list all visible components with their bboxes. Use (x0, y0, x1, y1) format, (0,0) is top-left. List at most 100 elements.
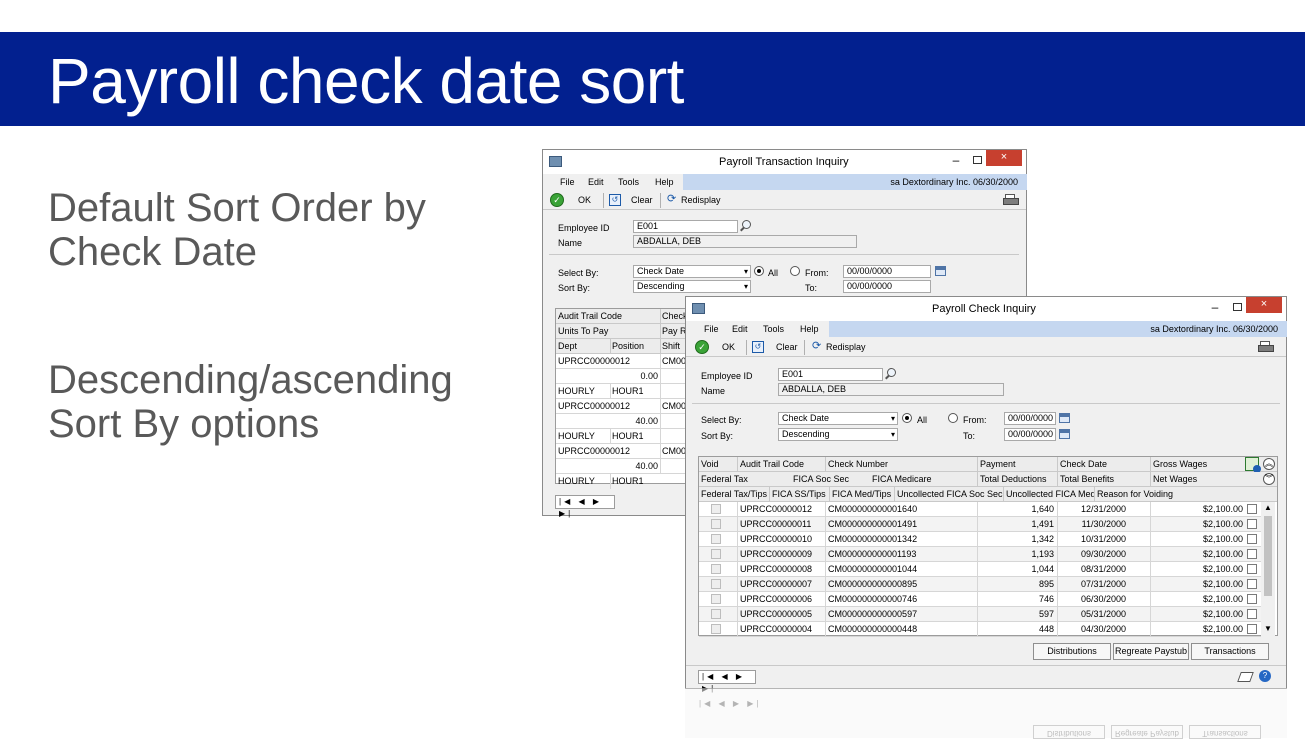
table-row[interactable]: UPRCC00000007 CM000000000000895 895 07/31/2… (699, 577, 1261, 592)
redisplay-button[interactable]: Redisplay (681, 195, 721, 205)
expand-down-icon[interactable]: ︾ (1263, 473, 1275, 485)
clear-icon[interactable]: ↺ (752, 341, 764, 353)
menu-help[interactable]: Help (800, 324, 819, 334)
scroll-up-icon[interactable]: ▲ (1264, 503, 1272, 512)
menu-tools[interactable]: Tools (763, 324, 784, 334)
calendar-icon[interactable] (935, 266, 946, 276)
table-row[interactable]: HOURLY HOUR1 (556, 384, 696, 399)
void-checkbox[interactable] (711, 504, 721, 514)
void-checkbox[interactable] (711, 564, 721, 574)
table-row[interactable]: UPRCC00000004 CM000000000000448 448 04/30/2… (699, 622, 1261, 637)
title-bar[interactable]: Payroll Check Inquiry – × (686, 297, 1286, 321)
sort-by-dropdown[interactable]: Descending ▾ (633, 280, 751, 293)
scroll-down-icon[interactable]: ▼ (1264, 624, 1272, 633)
select-by-dropdown[interactable]: Check Date ▾ (778, 412, 898, 425)
help-icon[interactable]: ? (1259, 670, 1271, 682)
select-checkbox[interactable] (1247, 504, 1257, 514)
column-fit-icon[interactable] (1245, 457, 1261, 473)
to-date-field[interactable]: 00/00/0000 (843, 280, 931, 293)
table-row[interactable]: HOURLY HOUR1 (556, 429, 696, 444)
table-row[interactable]: UPRCC00000008 CM000000000001044 1,044 08/31… (699, 562, 1261, 577)
clear-icon[interactable]: ↺ (609, 194, 621, 206)
void-checkbox[interactable] (711, 609, 721, 619)
menu-edit[interactable]: Edit (588, 177, 604, 187)
record-navigation[interactable]: |◀ ◀ ▶ ▶| (555, 495, 615, 518)
table-row[interactable]: UPRCC00000012 CM00 (556, 399, 696, 414)
redisplay-button[interactable]: Redisplay (826, 342, 866, 352)
void-checkbox[interactable] (711, 624, 721, 634)
regenerate-paystub-button[interactable]: Regreate Paystub (1113, 643, 1189, 660)
note-icon[interactable] (1237, 672, 1254, 682)
select-checkbox[interactable] (1247, 519, 1257, 529)
from-radio[interactable] (790, 266, 800, 276)
select-checkbox[interactable] (1247, 564, 1257, 574)
select-checkbox[interactable] (1247, 579, 1257, 589)
close-icon[interactable]: × (1246, 297, 1282, 313)
ok-check-icon[interactable]: ✓ (695, 340, 709, 354)
table-row[interactable]: UPRCC00000006 CM000000000000746 746 06/30/2… (699, 592, 1261, 607)
cell-separator (1057, 622, 1058, 637)
void-checkbox[interactable] (711, 594, 721, 604)
menu-edit[interactable]: Edit (732, 324, 748, 334)
transactions-button[interactable]: Transactions (1191, 643, 1269, 660)
employee-id-field[interactable]: E001 (778, 368, 883, 381)
sort-by-dropdown[interactable]: Descending ▾ (778, 428, 898, 441)
menu-help[interactable]: Help (655, 177, 674, 187)
menu-file[interactable]: File (560, 177, 575, 187)
close-icon[interactable]: × (986, 150, 1022, 166)
select-checkbox[interactable] (1247, 534, 1257, 544)
from-date-field[interactable]: 00/00/0000 (843, 265, 931, 278)
ok-button[interactable]: OK (578, 195, 591, 205)
ok-button[interactable]: OK (722, 342, 735, 352)
redisplay-icon[interactable]: ⟳ (667, 194, 678, 205)
void-checkbox[interactable] (711, 579, 721, 589)
lookup-icon[interactable] (884, 368, 897, 381)
table-row[interactable]: UPRCC00000012 CM000000000001640 1,640 12/31… (699, 502, 1261, 517)
record-navigation[interactable]: |◀ ◀ ▶ ▶| (698, 670, 756, 693)
menu-tools[interactable]: Tools (618, 177, 639, 187)
void-checkbox[interactable] (711, 534, 721, 544)
employee-id-field[interactable]: E001 (633, 220, 738, 233)
select-checkbox[interactable] (1247, 609, 1257, 619)
all-radio[interactable] (902, 413, 912, 423)
ok-check-icon[interactable]: ✓ (550, 193, 564, 207)
printer-icon[interactable] (1003, 194, 1019, 206)
menu-file[interactable]: File (704, 324, 719, 334)
calendar-icon[interactable] (1059, 429, 1070, 439)
table-row[interactable]: UPRCC00000010 CM000000000001342 1,342 10/31… (699, 532, 1261, 547)
redisplay-icon[interactable]: ⟳ (812, 341, 823, 352)
to-date-field[interactable]: 00/00/0000 (1004, 428, 1056, 441)
table-row[interactable]: UPRCC00000012 CM00 (556, 444, 696, 459)
table-row[interactable]: 40.00 (556, 459, 696, 474)
printer-icon[interactable] (1258, 341, 1274, 353)
select-checkbox[interactable] (1247, 594, 1257, 604)
collapse-up-icon[interactable]: ︽ (1263, 458, 1275, 470)
table-row[interactable]: UPRCC00000012 CM00 (556, 354, 696, 369)
distributions-button[interactable]: Distributions (1033, 643, 1111, 660)
calendar-icon[interactable] (1059, 413, 1070, 423)
vertical-scrollbar[interactable]: ▲ ▼ (1261, 502, 1275, 636)
table-row[interactable]: UPRCC00000009 CM000000000001193 1,193 09/30… (699, 547, 1261, 562)
title-bar[interactable]: Payroll Transaction Inquiry – × (543, 150, 1026, 174)
select-by-dropdown[interactable]: Check Date ▾ (633, 265, 751, 278)
scrollbar-thumb[interactable] (1264, 516, 1272, 596)
maximize-icon[interactable] (973, 156, 982, 164)
select-checkbox[interactable] (1247, 624, 1257, 634)
table-row[interactable]: UPRCC00000011 CM000000000001491 1,491 11/30… (699, 517, 1261, 532)
clear-button[interactable]: Clear (631, 195, 653, 205)
minimize-icon[interactable]: – (1208, 300, 1222, 314)
table-row[interactable]: 0.00 (556, 369, 696, 384)
table-row[interactable]: 40.00 (556, 414, 696, 429)
table-row[interactable]: HOURLY HOUR1 (556, 474, 696, 489)
lookup-icon[interactable] (739, 220, 752, 233)
from-radio[interactable] (948, 413, 958, 423)
clear-button[interactable]: Clear (776, 342, 798, 352)
void-checkbox[interactable] (711, 519, 721, 529)
select-checkbox[interactable] (1247, 549, 1257, 559)
minimize-icon[interactable]: – (949, 153, 963, 167)
from-date-field[interactable]: 00/00/0000 (1004, 412, 1056, 425)
table-row[interactable]: UPRCC00000005 CM000000000000597 597 05/31/2… (699, 607, 1261, 622)
all-radio[interactable] (754, 266, 764, 276)
void-checkbox[interactable] (711, 549, 721, 559)
maximize-icon[interactable] (1233, 303, 1242, 311)
